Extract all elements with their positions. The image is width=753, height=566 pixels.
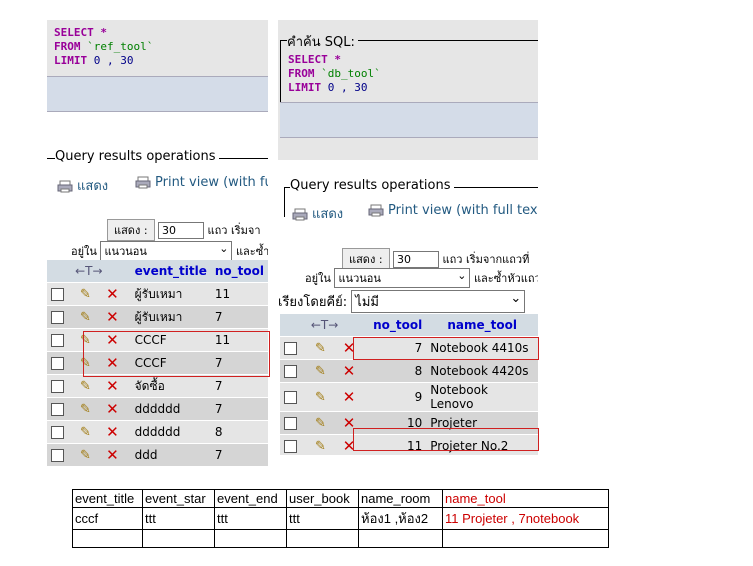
- delete-icon[interactable]: ✕: [106, 423, 119, 441]
- right-qro-title: Query results operations: [290, 178, 454, 193]
- left-print-link[interactable]: แสดง: [57, 175, 108, 196]
- left-mode-controls: อยู่ใน แนวนอน ⌄ และซ้ำ: [71, 241, 268, 261]
- right-mode-select[interactable]: แนวนอน ⌄: [334, 268, 471, 288]
- summary-cell: ttt: [142, 507, 215, 530]
- pencil-icon[interactable]: ✎: [315, 364, 326, 379]
- left-panel: SELECT * FROM `ref_tool` LIMIT 0 , 30 Qu…: [47, 20, 268, 470]
- right-sql-band: [280, 102, 538, 138]
- right-highlight-box-1: [353, 337, 539, 360]
- right-sort-arrows[interactable]: ←T→: [280, 314, 370, 337]
- row-checkbox[interactable]: [51, 334, 64, 347]
- right-sortkey-select[interactable]: ไม่มี ⌄: [351, 290, 526, 313]
- summary-header-cell: user_book: [286, 489, 359, 508]
- right-sql-legend: คำค้น SQL:: [287, 31, 358, 52]
- summary-empty-row: [72, 529, 609, 548]
- right-sql-query: SELECT * FROM `db_tool` LIMIT 0 , 30: [288, 53, 381, 94]
- printer-icon: [57, 180, 73, 193]
- chevron-down-icon: ⌄: [510, 291, 522, 306]
- table-row: ✎ ✕ dddddd 7: [47, 397, 268, 421]
- summary-header-cell: event_end: [214, 489, 287, 508]
- printer-icon: [135, 176, 151, 189]
- left-printview-link[interactable]: Print view (with fu: [135, 175, 268, 190]
- pencil-icon[interactable]: ✎: [80, 448, 91, 463]
- row-checkbox[interactable]: [51, 380, 64, 393]
- table-row: ✎ ✕ ผู้รับเหมา 7: [47, 305, 268, 329]
- row-checkbox[interactable]: [284, 342, 297, 355]
- col-header-name-tool[interactable]: name_tool: [426, 314, 538, 337]
- pencil-icon[interactable]: ✎: [80, 425, 91, 440]
- right-mode-controls: อยู่ใน แนวนอน ⌄ และซ้ำหัวแถว: [305, 268, 538, 288]
- left-sort-arrows[interactable]: ←T→: [47, 260, 131, 283]
- row-checkbox[interactable]: [51, 311, 64, 324]
- summary-cell: 11 Projeter , 7notebook: [442, 507, 609, 530]
- pencil-icon[interactable]: ✎: [80, 287, 91, 302]
- pencil-icon[interactable]: ✎: [315, 390, 326, 405]
- row-checkbox[interactable]: [51, 357, 64, 370]
- left-sql-query: SELECT * FROM `ref_tool` LIMIT 0 , 30: [54, 26, 154, 67]
- summary-header-row: event_title event_star event_end user_bo…: [72, 489, 609, 508]
- right-show-controls: แสดง : 30 แถว เริ่มจากแถวที่: [342, 248, 529, 270]
- row-checkbox[interactable]: [51, 403, 64, 416]
- pencil-icon[interactable]: ✎: [80, 310, 91, 325]
- table-row: ✎ ✕ จัดซื้อ 7: [47, 374, 268, 398]
- delete-icon[interactable]: ✕: [343, 388, 356, 406]
- col-header-event-title[interactable]: event_title: [130, 260, 211, 283]
- right-highlight-box-2: [353, 428, 539, 451]
- delete-icon[interactable]: ✕: [106, 285, 119, 303]
- delete-icon[interactable]: ✕: [106, 400, 119, 418]
- right-print-link[interactable]: แสดง: [292, 203, 343, 224]
- right-show-button[interactable]: แสดง :: [342, 248, 390, 270]
- row-checkbox[interactable]: [51, 426, 64, 439]
- left-show-button[interactable]: แสดง :: [107, 219, 155, 241]
- left-show-input[interactable]: 30: [158, 222, 205, 239]
- col-header-no-tool[interactable]: no_tool: [210, 260, 268, 283]
- pencil-icon[interactable]: ✎: [315, 439, 326, 454]
- right-qro-line-left: [284, 187, 285, 217]
- table-row: ✎ ✕ dddddd 8: [47, 420, 268, 444]
- table-row: ✎ ✕ ผู้รับเหมา 11: [47, 282, 268, 306]
- left-mode-select[interactable]: แนวนอน ⌄: [100, 241, 233, 261]
- pencil-icon[interactable]: ✎: [315, 341, 326, 356]
- row-checkbox[interactable]: [51, 288, 64, 301]
- delete-icon[interactable]: ✕: [106, 308, 119, 326]
- delete-icon[interactable]: ✕: [343, 362, 356, 380]
- delete-icon[interactable]: ✕: [106, 377, 119, 395]
- row-checkbox[interactable]: [284, 417, 297, 430]
- table-row: ✎ ✕ ddd 7: [47, 443, 268, 467]
- row-checkbox[interactable]: [284, 440, 297, 453]
- summary-cell: ttt: [286, 507, 359, 530]
- table-row: ✎ ✕ 9 Notebook Lenovo: [280, 382, 538, 412]
- summary-cell: ttt: [214, 507, 287, 530]
- table-row: ✎ ✕ 8 Notebook 4420s: [280, 359, 538, 383]
- col-header-no-tool[interactable]: no_tool: [369, 314, 427, 337]
- printer-icon: [292, 208, 308, 221]
- summary-header-cell: event_title: [72, 489, 143, 508]
- delete-icon[interactable]: ✕: [106, 446, 119, 464]
- right-sortkey-controls: เรียงโดยคีย์: ไม่มี ⌄: [278, 290, 526, 313]
- pencil-icon[interactable]: ✎: [80, 402, 91, 417]
- chevron-down-icon: ⌄: [219, 242, 229, 255]
- left-qro-title: Query results operations: [55, 149, 219, 164]
- row-checkbox[interactable]: [284, 365, 297, 378]
- left-sql-band: [47, 76, 268, 112]
- summary-cell: ห้อง1 ,ห้อง2: [358, 507, 443, 530]
- chevron-down-icon: ⌄: [457, 269, 467, 282]
- left-show-controls: แสดง : 30 แถว เริ่มจา: [107, 219, 261, 241]
- left-highlight-box: [83, 331, 270, 377]
- summary-cell: cccf: [72, 507, 143, 530]
- pencil-icon[interactable]: ✎: [80, 379, 91, 394]
- right-panel: คำค้น SQL: SELECT * FROM `db_tool` LIMIT…: [278, 20, 538, 455]
- summary-table: event_title event_star event_end user_bo…: [72, 489, 609, 548]
- summary-header-cell: name_room: [358, 489, 443, 508]
- printer-icon: [368, 204, 384, 217]
- pencil-icon[interactable]: ✎: [315, 416, 326, 431]
- row-checkbox[interactable]: [51, 449, 64, 462]
- summary-data-row: cccf ttt ttt ttt ห้อง1 ,ห้อง2 11 Projete…: [72, 507, 609, 530]
- right-printview-link[interactable]: Print view (with full text: [368, 203, 538, 218]
- summary-header-cell: event_star: [142, 489, 215, 508]
- right-show-input[interactable]: 30: [393, 251, 440, 268]
- summary-header-cell: name_tool: [442, 489, 609, 508]
- row-checkbox[interactable]: [284, 391, 297, 404]
